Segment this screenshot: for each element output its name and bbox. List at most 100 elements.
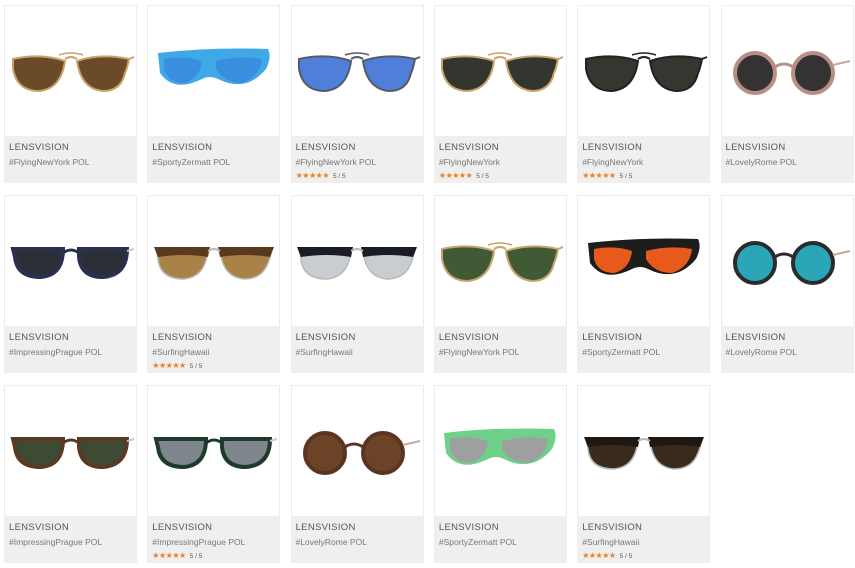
product-info: LENSVISION #SportyZermatt POL [147,136,281,183]
product-image[interactable] [4,195,137,326]
sunglasses-image [441,51,564,92]
product-image[interactable] [434,385,567,516]
product-card[interactable]: LENSVISION #LovelyRome POL [720,195,854,373]
sunglasses-image [298,51,421,92]
product-model[interactable]: #ImpressingPrague POL [152,537,245,547]
product-card[interactable]: LENSVISION #FlyingNewYork POL [433,195,567,373]
sunglasses-image [733,50,851,95]
sunglasses-image [9,436,134,469]
product-card[interactable]: LENSVISION #FlyingNewYork ★★★★★ 5 / 5 [433,5,567,183]
product-card[interactable]: LENSVISION #FlyingNewYork POL [4,5,137,183]
product-image[interactable] [291,195,424,326]
rating-score: 5 / 5 [189,362,203,370]
product-model[interactable]: #FlyingNewYork [582,157,643,167]
product-rating: ★★★★★ 5 / 5 [152,362,202,370]
product-info: LENSVISION #ImpressingPrague POL [4,326,137,373]
product-info: LENSVISION #SportyZermatt POL [577,326,711,373]
product-brand: LENSVISION [725,142,786,153]
product-brand: LENSVISION [9,332,70,343]
product-brand: LENSVISION [438,522,499,533]
product-image[interactable] [577,195,710,326]
sunglasses-image [153,246,274,280]
product-card[interactable]: LENSVISION #SurfingHawaii [290,195,424,373]
rating-score: 5 / 5 [619,172,633,180]
product-card[interactable]: LENSVISION #SurfingHawaii ★★★★★ 5 / 5 [577,385,711,563]
product-info: LENSVISION #FlyingNewYork ★★★★★ 5 / 5 [577,136,711,183]
product-brand: LENSVISION [9,142,70,153]
product-card[interactable]: LENSVISION #SurfingHawaii ★★★★★ 5 / 5 [147,195,281,373]
product-rating: ★★★★★ 5 / 5 [296,172,346,180]
product-info: LENSVISION #SurfingHawaii ★★★★★ 5 / 5 [577,516,711,563]
product-model[interactable]: #ImpressingPrague POL [9,537,102,547]
product-model[interactable]: #SurfingHawaii [582,537,639,547]
product-model[interactable]: #SurfingHawaii [152,347,209,357]
product-card[interactable]: LENSVISION #LovelyRome POL [290,385,424,563]
sunglasses-image [297,246,418,280]
product-card[interactable]: LENSVISION #ImpressingPrague POL [4,385,137,563]
product-image[interactable] [291,385,424,516]
product-info: LENSVISION #LovelyRome POL [290,516,424,563]
sunglasses-image [583,436,704,470]
product-card[interactable]: LENSVISION #SportyZermatt POL [433,385,567,563]
product-image[interactable] [721,5,854,136]
product-image[interactable] [147,385,280,516]
product-brand: LENSVISION [152,522,213,533]
product-model[interactable]: #LovelyRome POL [296,537,367,547]
product-card[interactable]: LENSVISION #ImpressingPrague POL [4,195,137,373]
rating-stars-icon: ★★★★★ [438,171,473,180]
product-image[interactable] [434,195,567,326]
product-image[interactable] [577,5,710,136]
product-image[interactable] [147,5,280,136]
product-card[interactable]: LENSVISION #LovelyRome POL [720,5,854,183]
product-model[interactable]: #FlyingNewYork [439,157,500,167]
product-model[interactable]: #FlyingNewYork POL [9,157,89,167]
product-model[interactable]: #FlyingNewYork POL [439,347,519,357]
product-rating: ★★★★★ 5 / 5 [152,552,202,560]
product-card[interactable]: LENSVISION #ImpressingPrague POL ★★★★★ 5 / … [147,385,281,563]
product-card[interactable]: LENSVISION #SportyZermatt POL [147,5,281,183]
product-info: LENSVISION #LovelyRome POL [720,326,854,373]
product-card[interactable]: LENSVISION #FlyingNewYork ★★★★★ 5 / 5 [577,5,711,183]
rating-stars-icon: ★★★★★ [295,171,330,180]
product-info: LENSVISION #ImpressingPrague POL [4,516,137,563]
product-model[interactable]: #SportyZermatt POL [582,347,660,357]
product-model[interactable]: #SportyZermatt POL [439,537,517,547]
product-image[interactable] [721,195,854,326]
product-image[interactable] [291,5,424,136]
product-model[interactable]: #FlyingNewYork POL [296,157,376,167]
product-model[interactable]: #SurfingHawaii [296,347,353,357]
sunglasses-image [9,246,134,279]
product-brand: LENSVISION [725,332,786,343]
sunglasses-image [153,436,278,469]
product-brand: LENSVISION [582,522,643,533]
sunglasses-image [303,430,421,475]
sunglasses-image [733,240,851,285]
product-image[interactable] [577,385,710,516]
product-model[interactable]: #SportyZermatt POL [152,157,230,167]
product-image[interactable] [4,385,137,516]
product-info: LENSVISION #SurfingHawaii [290,326,424,373]
product-model[interactable]: #LovelyRome POL [726,157,797,167]
rating-score: 5 / 5 [332,172,346,180]
sunglasses-image [11,51,134,92]
product-model[interactable]: #ImpressingPrague POL [9,347,102,357]
product-info: LENSVISION #FlyingNewYork ★★★★★ 5 / 5 [433,136,567,183]
sunglasses-image [441,241,564,282]
product-info: LENSVISION #SportyZermatt POL [433,516,567,563]
product-info: LENSVISION #FlyingNewYork POL [4,136,137,183]
product-image[interactable] [4,5,137,136]
rating-score: 5 / 5 [476,172,489,180]
product-brand: LENSVISION [295,522,356,533]
sunglasses-image [587,238,700,275]
product-info: LENSVISION #SurfingHawaii ★★★★★ 5 / 5 [147,326,281,373]
product-brand: LENSVISION [438,332,499,343]
rating-stars-icon: ★★★★★ [152,361,186,370]
product-brand: LENSVISION [438,142,499,153]
product-model[interactable]: #LovelyRome POL [726,347,797,357]
product-image[interactable] [147,195,280,326]
product-brand: LENSVISION [9,522,70,533]
product-card[interactable]: LENSVISION #FlyingNewYork POL ★★★★★ 5 / 5 [290,5,424,183]
product-image[interactable] [434,5,567,136]
product-card[interactable]: LENSVISION #SportyZermatt POL [577,195,711,373]
rating-stars-icon: ★★★★★ [582,171,616,180]
